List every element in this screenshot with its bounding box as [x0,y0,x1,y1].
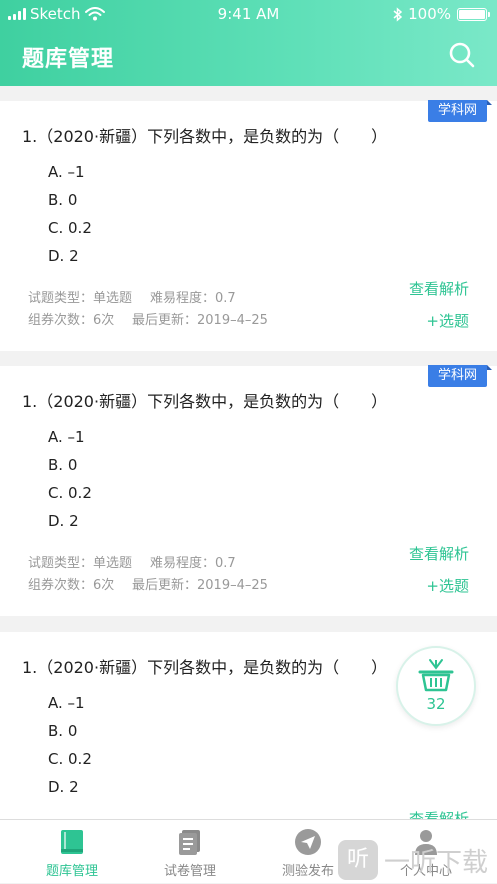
status-bar: Sketch 9:41 AM 100% [0,0,497,28]
question-card: 学科网 1.（2020·新疆）下列各数中，是负数的为（ ） A. –1 B. 0… [0,100,497,351]
question-type: 试题类型：单选题 [28,556,133,571]
question-usage-count: 组券次数：6次 [28,313,115,328]
option-a: A. –1 [48,163,85,181]
view-analysis-link[interactable]: 查看解析 [409,543,469,564]
watermark-text: 一听下载 [384,847,489,878]
select-question-button[interactable]: +选题 [426,310,469,331]
option-d: D. 2 [48,778,79,796]
option-b: B. 0 [48,456,78,474]
question-text: 1.（2020·新疆）下列各数中，是负数的为（ ） [22,658,388,677]
search-icon[interactable] [447,40,477,70]
view-analysis-link[interactable]: 查看解析 [409,808,469,819]
option-a: A. –1 [48,428,85,446]
option-a: A. –1 [48,694,85,712]
option-c: C. 0.2 [48,219,92,237]
book-icon [61,830,83,854]
option-d: D. 2 [48,512,79,530]
option-c: C. 0.2 [48,750,92,768]
question-type: 试题类型：单选题 [28,291,133,306]
page-title: 题库管理 [22,47,115,72]
question-difficulty: 难易程度：0.7 [150,556,236,571]
tab-label: 试卷管理 [163,864,216,879]
app-header: Sketch 9:41 AM 100% 题库管理 [0,0,497,86]
paper-icon [179,830,200,855]
source-badge: 学科网 [427,100,493,122]
basket-icon [418,659,454,692]
battery-label: 100% [408,5,451,23]
basket-count: 32 [426,695,446,713]
question-updated: 最后更新：2019–4–25 [132,578,268,593]
question-difficulty: 难易程度：0.7 [150,291,236,306]
tab-label: 题库管理 [45,864,98,879]
option-b: B. 0 [48,191,78,209]
question-card: 学科网 1.（2020·新疆）下列各数中，是负数的为（ ） A. –1 B. 0… [0,365,497,616]
question-usage-count: 组券次数：6次 [28,578,115,593]
question-updated: 最后更新：2019–4–25 [132,313,268,328]
option-b: B. 0 [48,722,78,740]
send-icon [295,829,321,855]
select-question-button[interactable]: +选题 [426,575,469,596]
option-c: C. 0.2 [48,484,92,502]
question-text: 1.（2020·新疆）下列各数中，是负数的为（ ） [22,127,388,146]
watermark-logo: 听 [338,840,378,880]
tab-question-bank[interactable]: 题库管理 [10,820,134,884]
view-analysis-link[interactable]: 查看解析 [409,278,469,299]
bluetooth-icon [393,6,403,22]
battery-icon [457,7,490,21]
question-basket-button[interactable]: 32 [396,646,476,726]
option-d: D. 2 [48,247,79,265]
question-text: 1.（2020·新疆）下列各数中，是负数的为（ ） [22,392,388,411]
source-badge: 学科网 [427,365,493,387]
site-watermark: 听 一听下载 [338,840,488,880]
status-right: 100% [393,5,490,23]
tab-paper-management[interactable]: 试卷管理 [128,820,252,884]
